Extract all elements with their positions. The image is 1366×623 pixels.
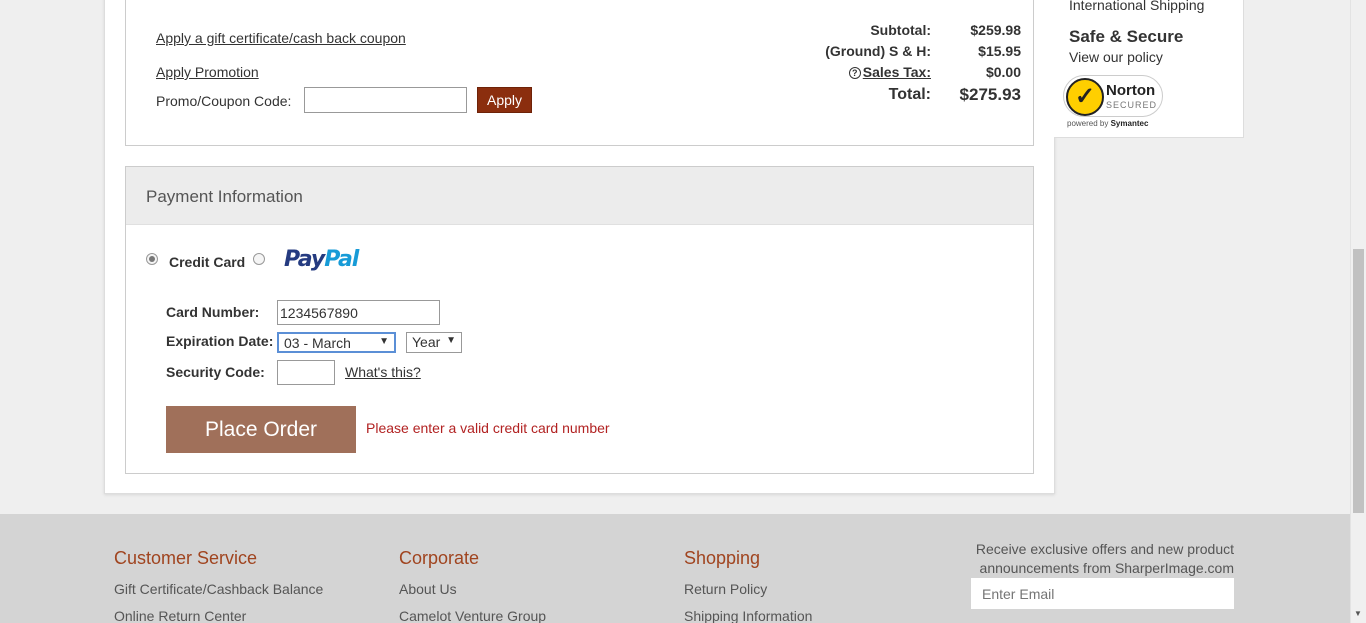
- norton-secured-text: SECURED: [1106, 100, 1158, 110]
- order-totals: Subtotal: $259.98 (Ground) S & H: $15.95…: [771, 19, 1021, 108]
- page-scrollbar[interactable]: ▼: [1350, 0, 1366, 623]
- international-shipping-text: International Shipping: [1069, 0, 1205, 13]
- newsletter-text: Receive exclusive offers and new product…: [975, 541, 1234, 576]
- footer-heading-customer-service: Customer Service: [114, 548, 258, 568]
- help-icon[interactable]: ?: [848, 66, 861, 79]
- footer-shopping: Shopping Return Policy Shipping Informat…: [684, 548, 812, 623]
- footer-corporate: Corporate About Us Camelot Venture Group: [399, 548, 546, 623]
- month-value: 03 - March: [284, 335, 351, 351]
- card-number-input[interactable]: [277, 300, 440, 325]
- safe-secure-heading: Safe & Secure: [1069, 27, 1184, 46]
- norton-secured-badge[interactable]: ✓ Norton SECURED powered by Symantec: [1063, 75, 1165, 131]
- email-signup-input[interactable]: [971, 578, 1234, 609]
- credit-card-radio[interactable]: [146, 253, 158, 265]
- norton-symantec-text: Symantec: [1110, 119, 1149, 128]
- card-error-message: Please enter a valid credit card number: [366, 420, 610, 436]
- apply-button[interactable]: Apply: [477, 87, 532, 113]
- tax-label[interactable]: Sales Tax:: [863, 64, 931, 80]
- tax-label-wrap[interactable]: ? Sales Tax:: [771, 64, 931, 80]
- dropdown-arrow-icon: ▼: [446, 335, 456, 346]
- paypal-radio[interactable]: [253, 253, 265, 265]
- expiration-month-select[interactable]: 03 - March ▼: [277, 332, 396, 353]
- total-row: Total: $275.93: [771, 82, 1021, 108]
- sidebar-card: International Shipping Safe & Secure Vie…: [1054, 0, 1244, 138]
- footer-heading-shopping: Shopping: [684, 548, 761, 568]
- shipping-row: (Ground) S & H: $15.95: [771, 40, 1021, 61]
- paypal-logo[interactable]: PayPal: [284, 247, 359, 272]
- expiration-year-select[interactable]: Year ▼: [406, 332, 462, 353]
- gift-certificate-link[interactable]: Apply a gift certificate/cash back coupo…: [156, 30, 406, 46]
- security-code-label: Security Code:: [166, 364, 265, 380]
- scroll-down-arrow-icon[interactable]: ▼: [1354, 609, 1362, 618]
- norton-powered-text: powered by: [1067, 119, 1109, 128]
- subtotal-value: $259.98: [970, 21, 1021, 38]
- paypal-logo-pal: Pal: [324, 247, 359, 272]
- footer-link-return-policy[interactable]: Return Policy: [684, 581, 812, 608]
- total-label: Total:: [888, 86, 931, 103]
- norton-name: Norton: [1106, 82, 1156, 99]
- footer-link-return-center[interactable]: Online Return Center: [114, 608, 323, 623]
- view-policy-link[interactable]: View our policy: [1069, 49, 1163, 65]
- payment-box: Payment Information Credit Card PayPal C…: [125, 166, 1034, 474]
- promo-code-input[interactable]: [304, 87, 467, 113]
- card-number-label: Card Number:: [166, 304, 260, 320]
- footer: Customer Service Gift Certificate/Cashba…: [0, 514, 1350, 623]
- norton-seal: ✓ Norton SECURED: [1063, 75, 1163, 117]
- expiration-label: Expiration Date:: [166, 333, 274, 349]
- shipping-value: $15.95: [978, 42, 1021, 59]
- year-value: Year: [412, 334, 441, 350]
- footer-customer-service: Customer Service Gift Certificate/Cashba…: [114, 548, 323, 623]
- footer-link-camelot[interactable]: Camelot Venture Group: [399, 608, 546, 623]
- subtotal-row: Subtotal: $259.98: [771, 19, 1021, 40]
- apply-promotion-link[interactable]: Apply Promotion: [156, 64, 259, 80]
- scrollbar-thumb[interactable]: [1353, 249, 1364, 513]
- whats-this-link[interactable]: What's this?: [345, 364, 421, 380]
- shipping-label: (Ground) S & H:: [825, 42, 931, 59]
- footer-link-shipping-info[interactable]: Shipping Information: [684, 608, 812, 623]
- paypal-logo-pay: Pay: [284, 247, 325, 272]
- promo-totals-box: Apply a gift certificate/cash back coupo…: [125, 0, 1034, 146]
- page: Apply a gift certificate/cash back coupo…: [0, 0, 1350, 623]
- dropdown-arrow-icon: ▼: [379, 336, 389, 347]
- subtotal-label: Subtotal:: [870, 21, 931, 38]
- credit-card-label[interactable]: Credit Card: [169, 254, 245, 270]
- security-code-input[interactable]: [277, 360, 335, 385]
- footer-link-gift-balance[interactable]: Gift Certificate/Cashback Balance: [114, 581, 323, 608]
- tax-row: ? Sales Tax: $0.00: [771, 61, 1021, 82]
- tax-value: $0.00: [985, 63, 1021, 80]
- payment-header: Payment Information: [126, 167, 1033, 225]
- total-value: $275.93: [959, 85, 1021, 104]
- footer-link-about[interactable]: About Us: [399, 581, 546, 608]
- footer-heading-corporate: Corporate: [399, 548, 480, 568]
- checkmark-icon: ✓: [1066, 78, 1104, 116]
- norton-powered-by: powered by Symantec: [1067, 119, 1148, 128]
- promo-code-label: Promo/Coupon Code:: [156, 93, 292, 109]
- place-order-button[interactable]: Place Order: [166, 406, 356, 453]
